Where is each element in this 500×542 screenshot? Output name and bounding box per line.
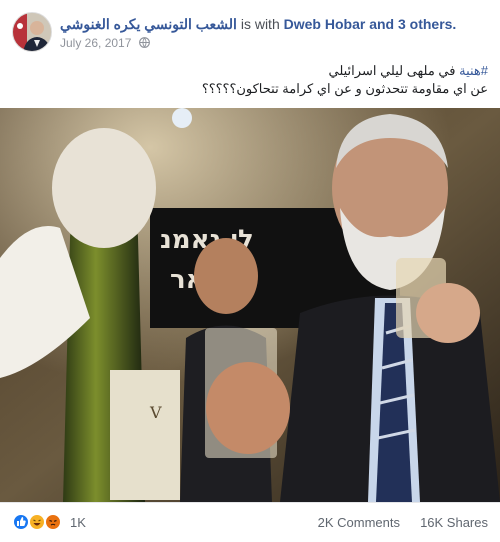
globe-icon[interactable] [138, 36, 150, 48]
angry-icon [44, 513, 62, 531]
post-date-link[interactable]: July 26, 2017 [60, 36, 131, 50]
avatar-photo [13, 13, 51, 51]
like-icon [12, 513, 30, 531]
author-avatar[interactable] [12, 12, 52, 52]
svg-text:V: V [149, 403, 162, 422]
tagged-people-link[interactable]: Dweb Hobar and 3 others. [284, 16, 457, 32]
post-message-line1: #هنية في ملهى ليلي اسرائيلي [12, 62, 489, 80]
post-message: #هنية في ملهى ليلي اسرائيلي عن اي مقاومة… [12, 62, 488, 98]
shares-count-link[interactable]: 16K Shares [420, 515, 488, 531]
post-header: الشعب التونسي يكره الغنوشي is with Dweb … [12, 12, 488, 54]
photo-scene: לי נאמנ אין אר V [0, 108, 500, 502]
author-name-link[interactable]: الشعب التونسي يكره الغنوشي [60, 16, 237, 32]
post-author-line: الشعب التونسي يكره الغنوشي is with Dweb … [60, 15, 456, 33]
post-message-line1-text: في ملهى ليلي اسرائيلي [328, 63, 460, 78]
comments-count-link[interactable]: 2K Comments [318, 515, 400, 531]
post-footer: 1K 2K Comments 16K Shares [0, 502, 500, 542]
haha-icon [28, 513, 46, 531]
post-photo[interactable]: לי נאמנ אין אר V [0, 108, 500, 502]
facebook-post: الشعب التونسي يكره الغنوشي is with Dweb … [0, 0, 500, 542]
hashtag-link[interactable]: #هنية [459, 63, 488, 78]
post-meta: July 26, 2017 [60, 35, 150, 51]
with-text: is with [240, 16, 280, 32]
post-message-line2: عن اي مقاومة تتحدثون و عن اي كرامة تتحاك… [201, 81, 488, 96]
reaction-count: 1K [70, 515, 86, 530]
